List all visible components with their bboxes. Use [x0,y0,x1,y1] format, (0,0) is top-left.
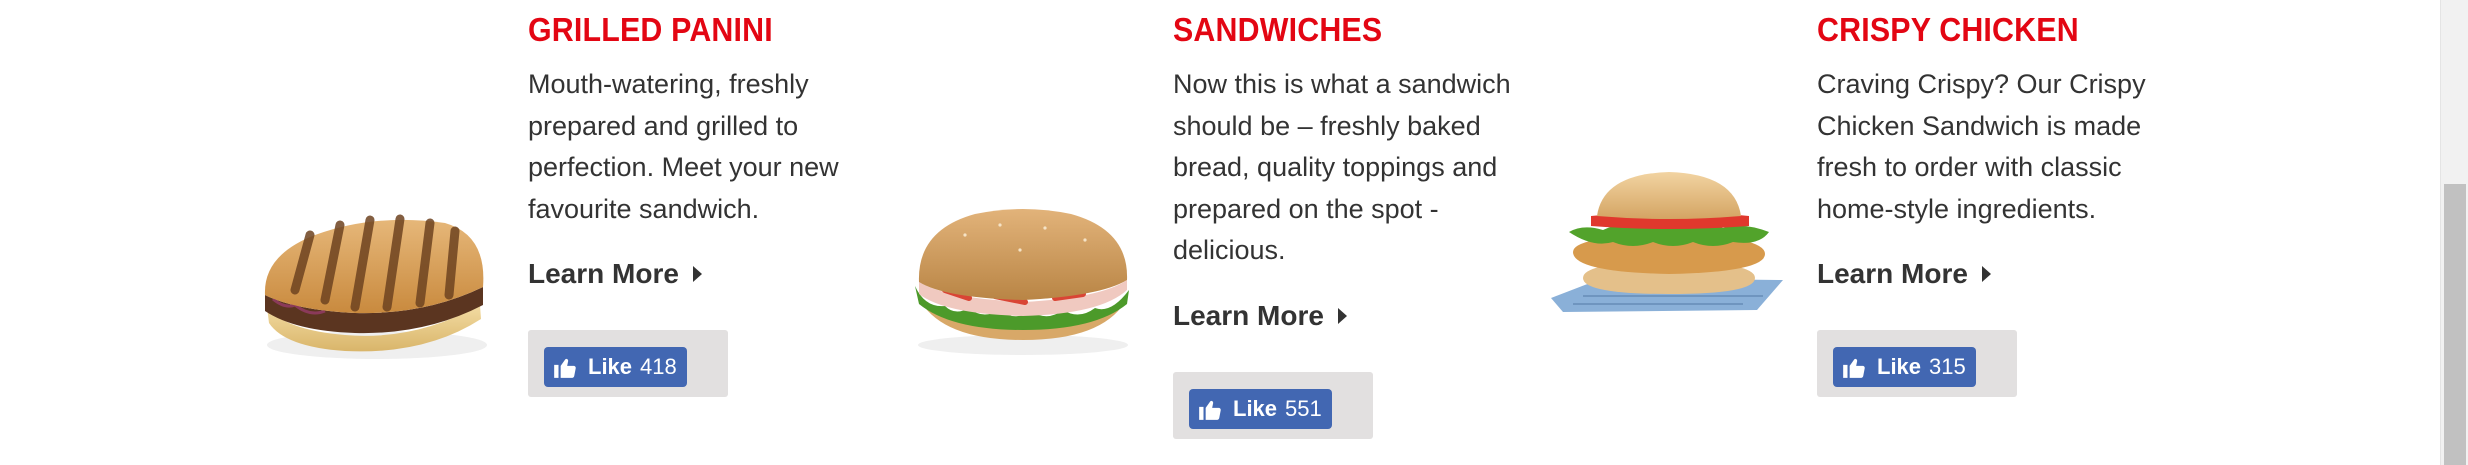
panini-image[interactable] [255,195,495,375]
facebook-like-box: Like 315 [1817,330,2017,397]
facebook-like-button[interactable]: Like 418 [544,347,687,387]
facebook-like-button[interactable]: Like 551 [1189,388,1332,429]
like-label: Like [1233,395,1278,421]
caret-right-icon [1981,266,1991,282]
learn-more-label: Learn More [1817,258,1968,289]
like-count: 418 [640,354,677,379]
card-grilled-panini: GRILLED PANINI Mouth-watering, freshly p… [0,0,860,465]
learn-more-label: Learn More [1173,299,1324,331]
menu-category-section: GRILLED PANINI Mouth-watering, freshly p… [0,0,2440,465]
page: GRILLED PANINI Mouth-watering, freshly p… [0,0,2468,465]
scrollbar-thumb[interactable] [2444,184,2466,465]
learn-more-label: Learn More [528,258,679,289]
learn-more-link[interactable]: Learn More [1817,258,1991,290]
caret-right-icon [1337,307,1347,324]
like-count: 551 [1285,395,1322,421]
panini-image-svg [264,214,487,359]
card-crispy-chicken: CRISPY CHICKEN Craving Crispy? Our Crisp… [1500,0,2400,465]
facebook-like-box: Like 418 [528,330,728,397]
thumbs-up-icon [1199,400,1221,420]
like-count: 315 [1929,354,1966,379]
learn-more-link[interactable]: Learn More [528,258,702,290]
vertical-scrollbar[interactable] [2440,0,2468,465]
card-sandwiches: SANDWICHES Now this is what a sandwich s… [860,0,1511,465]
card-title: GRILLED PANINI [528,11,773,48]
card-text: CRISPY CHICKEN Craving Crispy? Our Crisp… [1817,10,2177,397]
crispy-chicken-image-svg [1551,172,1783,312]
facebook-like-box: Like 551 [1173,371,1373,439]
card-text: GRILLED PANINI Mouth-watering, freshly p… [528,10,888,397]
card-title: CRISPY CHICKEN [1817,11,2079,48]
like-label: Like [1877,354,1922,379]
card-text: SANDWICHES Now this is what a sandwich s… [1173,10,1533,439]
facebook-like-button[interactable]: Like 315 [1833,347,1976,387]
card-title: SANDWICHES [1173,11,1383,48]
thumbs-up-icon [554,358,576,378]
card-description: Mouth-watering, freshly prepared and gri… [528,69,839,224]
learn-more-link[interactable]: Learn More [1173,300,1347,332]
card-description: Now this is what a sandwich should be – … [1173,69,1511,265]
crispy-chicken-image[interactable] [1543,170,1793,320]
sub-sandwich-image[interactable] [905,190,1140,360]
sub-sandwich-image-svg [915,209,1129,355]
thumbs-up-icon [1843,358,1865,378]
like-label: Like [588,354,633,379]
card-description: Craving Crispy? Our Crispy Chicken Sandw… [1817,69,2146,224]
caret-right-icon [692,266,702,282]
